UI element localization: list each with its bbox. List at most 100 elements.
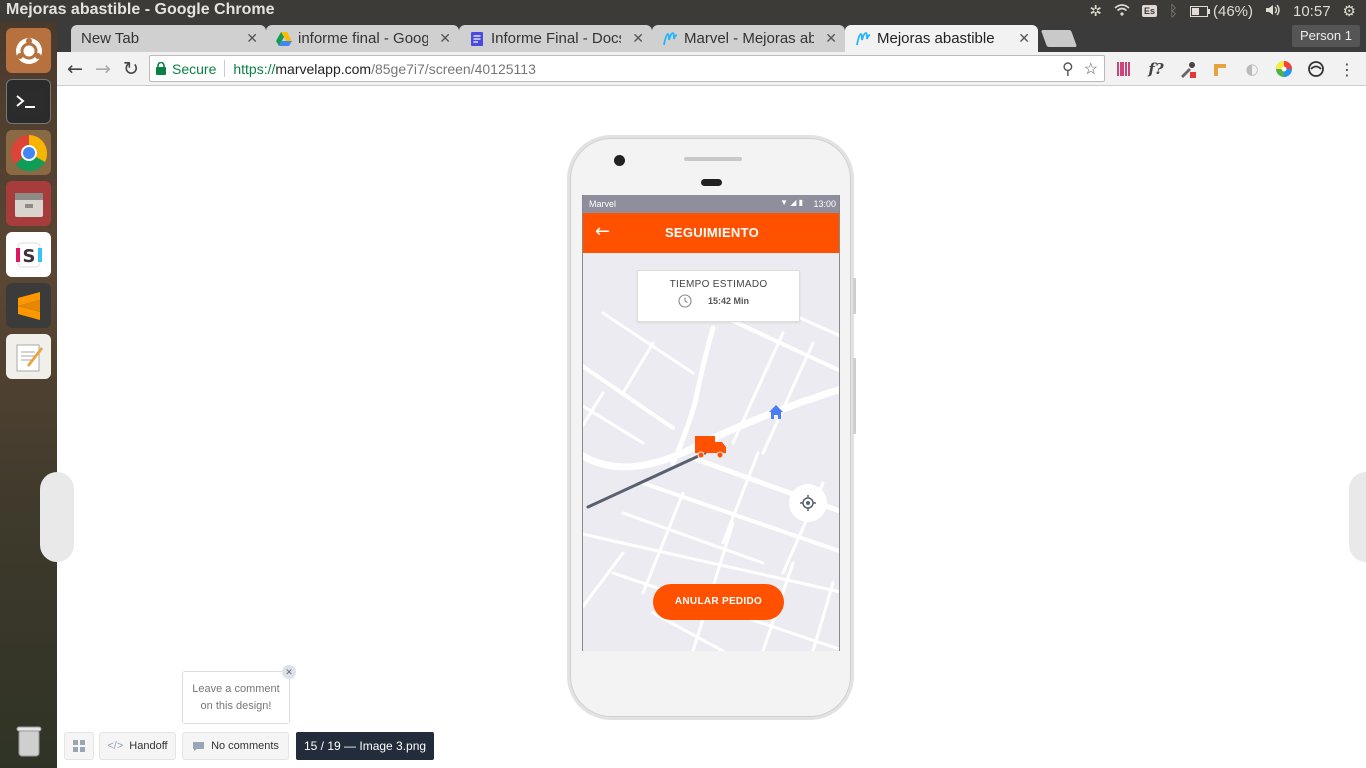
- close-icon[interactable]: ✕: [246, 30, 258, 47]
- trash-icon[interactable]: [6, 718, 51, 763]
- status-carrier: Marvel: [589, 199, 617, 209]
- extension-eyedropper-icon[interactable]: [1178, 59, 1198, 79]
- chrome-menu-icon[interactable]: ⋮: [1337, 59, 1357, 79]
- phone-speaker: [684, 157, 742, 161]
- previous-screen-button[interactable]: [40, 472, 74, 562]
- tab-informe-final-docs[interactable]: Informe Final - Docs ✕: [459, 25, 652, 52]
- close-icon[interactable]: ✕: [282, 665, 296, 679]
- comment-prompt-line1: Leave a comment: [192, 683, 280, 695]
- back-button[interactable]: ←: [63, 57, 87, 81]
- wifi-icon[interactable]: [1114, 3, 1130, 20]
- app-screen: Marvel ▼ ◢ ▮ 13:00 ← SEGUIMIENTO TIEMPO …: [582, 195, 840, 651]
- secure-label: Secure: [172, 60, 217, 77]
- window-title: Mejoras abastible - Google Chrome: [6, 1, 275, 18]
- signal-icon: ▼ ◢ ▮: [780, 198, 803, 207]
- crosshair-icon: [800, 495, 816, 511]
- cancel-order-button[interactable]: ANULAR PEDIDO: [653, 584, 784, 620]
- bookmark-star-icon[interactable]: ☆: [1084, 59, 1098, 79]
- comment-prompt-line2: on this design!: [200, 700, 272, 712]
- grid-view-button[interactable]: [64, 732, 94, 760]
- eta-value: 15:42 Min: [708, 296, 750, 306]
- terminal-icon[interactable]: [6, 79, 51, 124]
- phone-volume-button: [853, 358, 856, 434]
- battery-percent: (46%): [1212, 2, 1253, 20]
- google-docs-icon: [471, 31, 483, 46]
- next-screen-button[interactable]: [1349, 472, 1366, 562]
- phone-camera: [614, 155, 625, 166]
- text-editor-icon[interactable]: [6, 334, 51, 379]
- browser-toolbar: ← → ↻ Secure https://marvelapp.com/85ge7…: [57, 52, 1366, 86]
- address-separator: [224, 60, 226, 77]
- comments-button[interactable]: No comments: [182, 732, 289, 760]
- settings-icon[interactable]: ✲: [1089, 2, 1102, 20]
- profile-button[interactable]: Person 1: [1291, 25, 1360, 47]
- tab-marvel-mejoras[interactable]: Marvel - Mejoras ab ✕: [652, 25, 845, 52]
- reload-button[interactable]: ↻: [119, 57, 143, 81]
- code-icon: </>: [107, 740, 124, 752]
- browser-tab-strip: New Tab ✕ informe final - Goog ✕ Informe…: [57, 22, 1366, 52]
- extension-disabled-icon[interactable]: ◐: [1242, 59, 1262, 79]
- close-icon[interactable]: ✕: [825, 30, 837, 47]
- power-icon[interactable]: ⚙: [1343, 2, 1356, 20]
- eta-title: TIEMPO ESTIMADO: [669, 279, 768, 290]
- url-host: marvelapp.com: [275, 60, 372, 77]
- close-icon[interactable]: ✕: [1018, 30, 1030, 47]
- battery-indicator[interactable]: (46%): [1189, 2, 1253, 20]
- close-icon[interactable]: ✕: [632, 30, 644, 47]
- extension-font-icon[interactable]: f?: [1146, 59, 1166, 79]
- estimated-time-card: TIEMPO ESTIMADO 15:42 Min: [637, 270, 800, 322]
- tab-label: Informe Final - Docs: [491, 30, 621, 47]
- battery-icon: [1189, 5, 1210, 17]
- comment-tooltip: Leave a comment on this design! ✕: [182, 665, 296, 724]
- omnibox-actions: ⚲ ☆: [1062, 59, 1098, 79]
- tab-label: New Tab: [81, 30, 140, 47]
- tab-label: Marvel - Mejoras ab: [684, 30, 814, 47]
- google-drive-icon: [276, 31, 292, 46]
- grid-icon: [73, 740, 85, 752]
- speech-bubble-icon: [193, 741, 205, 751]
- marvel-icon: [856, 31, 871, 45]
- comments-label: No comments: [211, 740, 279, 752]
- phone-side-button: [853, 278, 856, 314]
- handoff-button[interactable]: </> Handoff: [99, 732, 176, 760]
- handoff-label: Handoff: [129, 740, 168, 752]
- address-bar[interactable]: Secure https://marvelapp.com/85ge7i7/scr…: [149, 55, 1105, 82]
- extension-swirl-icon[interactable]: [1306, 59, 1326, 79]
- ubuntu-dash-icon[interactable]: [6, 28, 51, 73]
- phone-sensor: [701, 179, 722, 186]
- files-icon[interactable]: [6, 181, 51, 226]
- forward-button[interactable]: →: [91, 57, 115, 81]
- marvel-icon: [663, 31, 678, 45]
- system-top-bar: Mejoras abastible - Google Chrome ✲ Es ᛒ…: [0, 0, 1366, 22]
- url-scheme: https://: [233, 60, 276, 77]
- extension-barcode-icon[interactable]: [1114, 59, 1134, 79]
- clock[interactable]: 10:57: [1293, 3, 1331, 20]
- sublime-text-icon[interactable]: [6, 283, 51, 328]
- tab-mejoras-abastible[interactable]: Mejoras abastible ✕: [845, 25, 1038, 52]
- new-tab-button[interactable]: [1040, 30, 1078, 47]
- my-location-button[interactable]: [789, 484, 827, 522]
- tab-informe-final-drive[interactable]: informe final - Goog ✕: [266, 25, 459, 52]
- close-icon[interactable]: ✕: [439, 30, 451, 47]
- tab-label: Mejoras abastible: [877, 30, 995, 47]
- chrome-icon[interactable]: [6, 130, 51, 175]
- keyboard-layout-indicator[interactable]: Es: [1141, 5, 1157, 17]
- bluetooth-icon[interactable]: ᛒ: [1169, 3, 1178, 20]
- screen-title: SEGUIMIENTO: [664, 225, 760, 240]
- clock-icon: [678, 294, 692, 308]
- screen-indicator[interactable]: 15 / 19 — Image 3.png: [296, 732, 435, 760]
- tab-label: informe final - Goog: [298, 30, 428, 47]
- app-header: ← SEGUIMIENTO: [583, 213, 839, 253]
- android-status-bar: Marvel ▼ ◢ ▮ 13:00: [583, 195, 839, 213]
- status-time: 13:00: [813, 199, 836, 209]
- url-path: /85ge7i7/screen/40125113: [371, 60, 536, 77]
- extension-ruler-icon[interactable]: [1210, 59, 1230, 79]
- slack-icon[interactable]: S: [6, 232, 51, 277]
- tab-new-tab[interactable]: New Tab ✕: [71, 25, 266, 52]
- secure-indicator[interactable]: Secure: [156, 61, 216, 77]
- search-icon[interactable]: ⚲: [1062, 59, 1074, 79]
- lock-icon: [156, 62, 166, 75]
- ubuntu-launcher: S: [0, 22, 57, 768]
- volume-icon[interactable]: [1265, 3, 1281, 20]
- extension-color-wheel-icon[interactable]: [1274, 59, 1294, 79]
